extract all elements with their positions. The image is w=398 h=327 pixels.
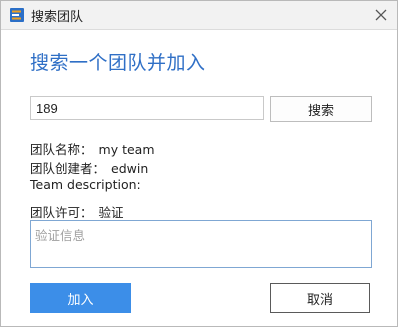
team-creator-row: 团队创建者： edwin [30, 158, 148, 177]
join-button[interactable]: 加入 [30, 283, 131, 313]
cancel-button[interactable]: 取消 [270, 283, 370, 313]
team-permission-row: 团队许可： 验证 [30, 202, 124, 221]
page-heading: 搜索一个团队并加入 [30, 52, 206, 74]
team-name-row: 团队名称： my team [30, 139, 155, 158]
team-name-value: my team [98, 142, 155, 157]
search-button[interactable]: 搜索 [270, 96, 372, 122]
team-permission-value: 验证 [98, 205, 124, 220]
team-creator-label: 团队创建者： [30, 161, 106, 176]
close-icon [375, 6, 387, 25]
team-name-label: 团队名称： [30, 142, 93, 157]
close-button[interactable] [371, 5, 391, 25]
app-logo-icon [9, 7, 25, 23]
verification-message-input[interactable] [30, 220, 372, 268]
search-team-dialog: 搜索团队 搜索一个团队并加入 搜索 团队名称： my team 团队创建者： edw… [0, 0, 398, 327]
window-title: 搜索团队 [31, 10, 84, 25]
team-creator-value: edwin [111, 161, 149, 176]
team-search-input[interactable] [30, 96, 264, 120]
title-bar: 搜索团队 [1, 1, 397, 30]
team-description-label: Team description: [30, 177, 141, 192]
team-description-row: Team description: [30, 177, 141, 192]
team-permission-label: 团队许可： [30, 205, 93, 220]
